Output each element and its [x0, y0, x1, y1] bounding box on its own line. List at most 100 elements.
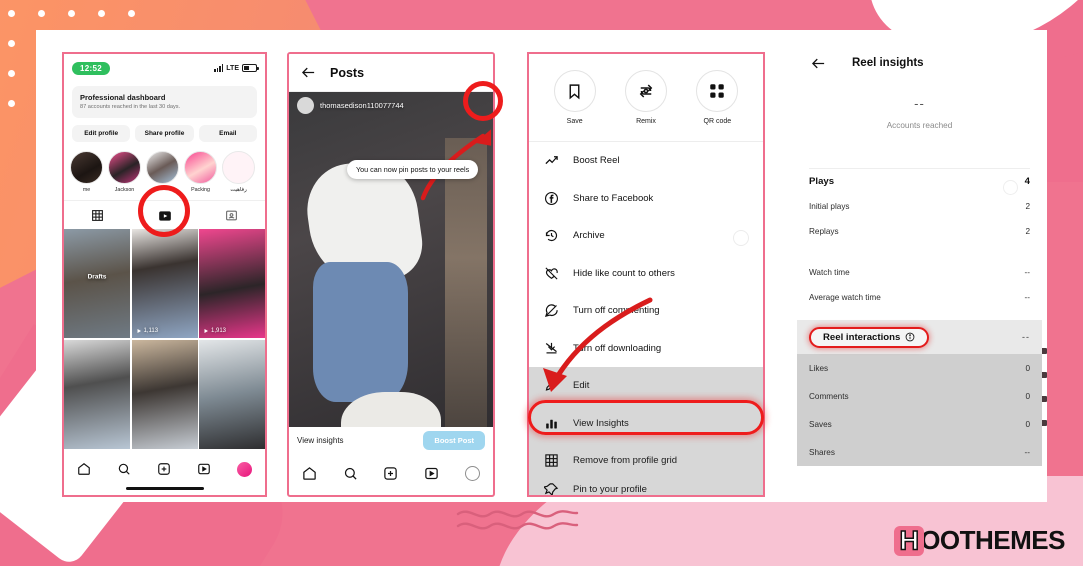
- menu-item-label: Share to Facebook: [573, 192, 654, 204]
- save-button[interactable]: [553, 70, 596, 112]
- decor-circle: [1003, 180, 1018, 195]
- menu-item-pin-to-profile[interactable]: Pin to your profile: [529, 479, 763, 495]
- reels-icon[interactable]: [197, 462, 211, 476]
- grid-post[interactable]: Drafts: [64, 229, 130, 338]
- stat-value: 0: [1025, 419, 1030, 429]
- add-icon[interactable]: [383, 466, 398, 481]
- phone-screen-reel-insights: Reel insights -- Accounts reached Plays …: [797, 46, 1042, 497]
- home-icon[interactable]: [302, 466, 317, 481]
- grid-post[interactable]: [64, 339, 130, 449]
- stat-value: 4: [1024, 176, 1030, 187]
- interactions-list: Likes 0 Comments 0 Saves 0 Shares --: [797, 354, 1042, 466]
- highlight-label: me: [82, 187, 91, 193]
- arrow-to-view-insights: [543, 297, 653, 392]
- reel-interactions-value: --: [1022, 332, 1030, 342]
- stat-row-average-watch-time: Average watch time --: [797, 285, 1042, 310]
- menu-item-remove-from-profile-grid[interactable]: Remove from profile grid: [529, 442, 763, 480]
- bottom-navigation: [289, 455, 493, 491]
- reel-interactions-title[interactable]: Reel interactions: [809, 326, 930, 348]
- qr-code-icon: [710, 84, 725, 98]
- home-icon[interactable]: [77, 462, 91, 476]
- highlight-item[interactable]: رفاهيت: [222, 151, 255, 193]
- status-indicators: LTE: [214, 64, 259, 72]
- wave-decoration: [456, 510, 579, 530]
- reel-interactions-label: Reel interactions: [823, 331, 901, 343]
- stat-key: Watch time: [809, 268, 850, 277]
- dashboard-title: Professional dashboard: [80, 93, 166, 102]
- menu-item-label: Hide like count to others: [573, 267, 675, 279]
- username[interactable]: thomasedison110077744: [320, 101, 404, 110]
- professional-dashboard-card[interactable]: Professional dashboard 87 accounts reach…: [72, 86, 257, 118]
- battery-icon: [242, 64, 259, 72]
- logo-letter: H: [899, 524, 920, 556]
- stat-row-initial-plays: Initial plays 2: [797, 194, 1042, 219]
- back-arrow-icon[interactable]: [301, 65, 316, 80]
- highlight-item[interactable]: me: [70, 151, 103, 193]
- highlight-label: رفاهيت: [230, 187, 247, 193]
- grid-post[interactable]: [131, 339, 198, 449]
- pin-icon: [543, 482, 560, 495]
- profile-action-buttons: Edit profile Share profile Email: [72, 125, 257, 142]
- phone-screen-profile: 12:52 LTE Professional dashboard 87 acco…: [62, 52, 267, 497]
- add-icon[interactable]: [157, 462, 171, 476]
- stat-key: Replays: [809, 227, 839, 236]
- quick-action-label: Save: [566, 118, 583, 125]
- menu-item-label: Archive: [573, 230, 605, 242]
- quick-action-save[interactable]: Save: [547, 70, 603, 125]
- grid-post[interactable]: 1,913: [199, 229, 265, 338]
- quick-action-qr[interactable]: QR code: [689, 70, 745, 125]
- stat-key: Saves: [809, 419, 832, 429]
- highlight-label: Packing: [191, 187, 210, 193]
- menu-item-label: Remove from profile grid: [573, 455, 678, 467]
- edit-profile-button[interactable]: Edit profile: [72, 125, 131, 142]
- menu-item-share-to-facebook[interactable]: Share to Facebook: [529, 180, 763, 218]
- remix-icon: [639, 84, 653, 98]
- insights-header: Reel insights: [797, 46, 1042, 80]
- profile-photo-grid: Drafts 1,113 1,913: [64, 229, 265, 449]
- stat-key: Likes: [809, 363, 829, 373]
- search-icon[interactable]: [117, 462, 131, 476]
- grid-post[interactable]: [199, 339, 265, 449]
- video-shape-jeans: [313, 262, 408, 402]
- highlight-thumb: [108, 151, 141, 184]
- highlight-thumb: [146, 151, 179, 184]
- menu-item-hide-like-count[interactable]: Hide like count to others: [529, 255, 763, 293]
- stat-value: --: [1024, 293, 1030, 302]
- reels-icon[interactable]: [424, 466, 439, 481]
- quick-action-remix[interactable]: Remix: [618, 70, 674, 125]
- post-user-bar: thomasedison110077744: [289, 92, 493, 118]
- remix-button[interactable]: [624, 70, 667, 112]
- grid-icon: [543, 453, 560, 468]
- menu-item-label: Boost Reel: [573, 155, 620, 167]
- play-count-value: 1,113: [143, 328, 159, 334]
- menu-item-boost-reel[interactable]: Boost Reel: [529, 142, 763, 180]
- tab-tagged[interactable]: [198, 206, 265, 225]
- grid-post[interactable]: 1,113: [131, 229, 198, 338]
- profile-avatar[interactable]: [237, 461, 252, 477]
- stat-row-watch-time: Watch time --: [797, 260, 1042, 285]
- menu-item-archive[interactable]: Archive: [529, 217, 763, 255]
- play-count-value: 1,913: [211, 328, 227, 334]
- back-arrow-icon[interactable]: [811, 56, 826, 71]
- posts-header: Posts: [289, 54, 493, 92]
- tab-grid[interactable]: [64, 206, 131, 225]
- highlight-label: Jackson: [114, 187, 135, 193]
- share-profile-button[interactable]: Share profile: [135, 125, 194, 142]
- info-icon[interactable]: [905, 332, 915, 342]
- boost-post-button[interactable]: Boost Post: [423, 430, 485, 450]
- heart-off-icon: [543, 266, 560, 281]
- highlight-item[interactable]: Packing: [184, 151, 217, 193]
- qr-code-button[interactable]: [696, 70, 739, 112]
- stat-row-replays: Replays 2: [797, 219, 1042, 244]
- decor-circle: [733, 230, 749, 246]
- logo-wordmark: OOTHEMES: [920, 525, 1065, 555]
- view-insights-link[interactable]: View insights: [297, 436, 344, 445]
- email-button[interactable]: Email: [198, 125, 257, 142]
- page-title: Reel insights: [852, 57, 924, 69]
- search-icon[interactable]: [343, 466, 358, 481]
- profile-avatar[interactable]: [465, 465, 481, 481]
- highlight-thumb: [70, 151, 103, 184]
- avatar[interactable]: [297, 96, 314, 114]
- accounts-reached-value: --: [914, 96, 925, 111]
- highlight-item[interactable]: Jackson: [108, 151, 141, 193]
